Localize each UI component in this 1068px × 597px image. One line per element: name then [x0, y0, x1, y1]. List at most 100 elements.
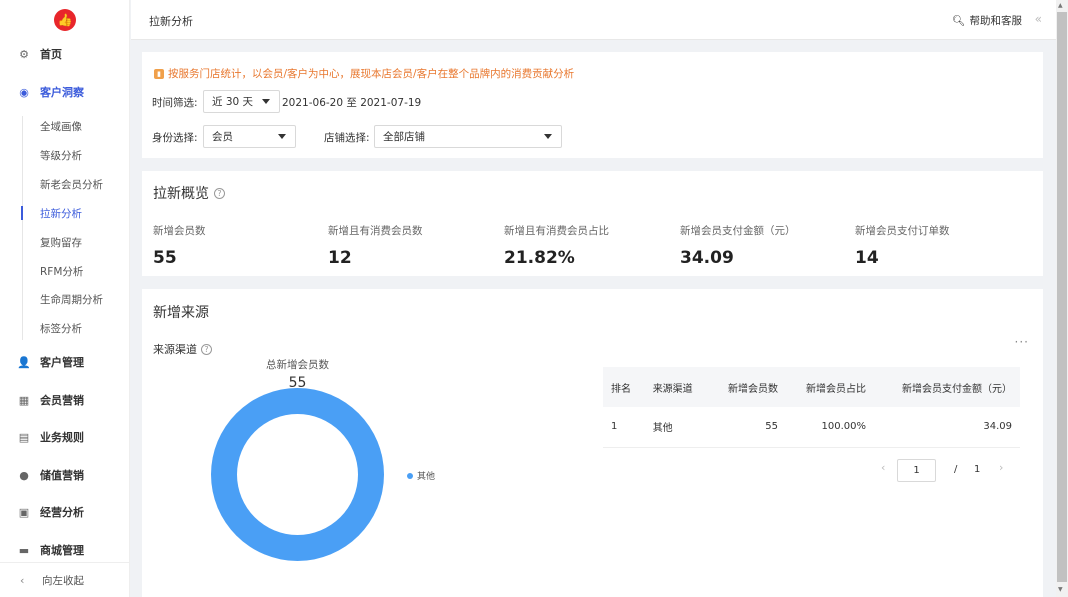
table-header: 新增会员占比	[785, 367, 875, 407]
sub-label: 全域画像	[40, 120, 82, 133]
nav-item-business-analysis[interactable]: ▣ 经营分析	[0, 499, 130, 525]
chevron-right-icon[interactable]: ›	[999, 461, 1003, 474]
sub-item-profile[interactable]: 全域画像	[0, 115, 130, 137]
time-select[interactable]: 近 30 天	[203, 90, 280, 113]
notice: ▮ 按服务门店统计，以会员/客户为中心，展现本店会员/客户在整个品牌内的消费贡献…	[154, 66, 574, 81]
page-scrollbar[interactable]: ▲ ▼	[1056, 0, 1068, 597]
collapse-sidebar-button[interactable]: ‹ 向左收起	[0, 562, 130, 597]
nav-label: 业务规则	[40, 431, 84, 444]
date-range: 2021-06-20 至 2021-07-19	[282, 97, 422, 109]
store-icon: ▬	[18, 543, 30, 557]
overview-title-text: 拉新概览	[153, 186, 209, 202]
sub-label: 拉新分析	[40, 207, 82, 220]
sub-label: RFM分析	[40, 265, 84, 278]
metric-order-count: 新增会员支付订单数 14	[855, 223, 950, 268]
identity-select[interactable]: 会员	[203, 125, 296, 148]
sub-item-tags[interactable]: 标签分析	[0, 317, 130, 339]
metric-new-paying-members: 新增且有消费会员数 12	[328, 223, 423, 268]
time-filter-label: 时间筛选:	[152, 97, 198, 109]
report-icon: ▣	[18, 505, 30, 519]
question-icon[interactable]: ?	[214, 187, 225, 199]
metric-label: 新增会员数	[153, 225, 206, 237]
chevron-left-icon: ‹	[20, 573, 25, 587]
nav-item-business-rules[interactable]: ▤ 业务规则	[0, 424, 130, 450]
eye-icon: ◉	[19, 85, 29, 99]
metric-label: 新增且有消费会员占比	[504, 225, 609, 237]
table-cell: 其他	[644, 407, 710, 448]
sub-item-acquisition[interactable]: 拉新分析	[0, 202, 130, 224]
scroll-down-icon[interactable]: ▼	[1058, 586, 1063, 593]
metric-label: 新增且有消费会员数	[328, 225, 423, 237]
metric-new-members: 新增会员数 55	[153, 223, 206, 268]
sidebar: 👍 ⚙ 首页 ◉ 客户洞察 全域画像 等级分析 新老会员分析 拉新分析 复购留存…	[0, 0, 130, 597]
scroll-thumb[interactable]	[1057, 12, 1067, 582]
table-row: 1 其他 55 100.00% 34.09	[603, 407, 1020, 448]
caret-down-icon	[544, 134, 552, 139]
nav-item-home[interactable]: ⚙ 首页	[0, 41, 130, 67]
chevron-left-icon[interactable]: ‹	[881, 461, 885, 474]
page-separator: /	[954, 464, 958, 475]
page-title: 拉新分析	[149, 15, 193, 28]
sub-item-rfm[interactable]: RFM分析	[0, 260, 130, 282]
source-title-text: 新增来源	[153, 305, 209, 321]
metric-value: 14	[855, 248, 879, 268]
search-icon: 🔍︎	[952, 15, 966, 27]
sub-item-level[interactable]: 等级分析	[0, 144, 130, 166]
source-subtitle: 来源渠道 ?	[153, 341, 212, 357]
overview-title: 拉新概览 ?	[153, 183, 225, 203]
nav-item-stored-value[interactable]: ● 储值营销	[0, 462, 130, 488]
legend-label: 其他	[417, 472, 436, 482]
sub-item-repurchase[interactable]: 复购留存	[0, 231, 130, 253]
page-input[interactable]: 1	[897, 459, 936, 482]
help-button[interactable]: 🔍︎ 帮助和客服	[952, 13, 1022, 28]
double-chevron-left-icon[interactable]: «	[1035, 12, 1042, 26]
nav-label: 商城管理	[40, 544, 84, 557]
chart-bar-icon: ▮	[154, 68, 164, 79]
user-icon: 👤	[17, 355, 31, 369]
metric-paying-ratio: 新增且有消费会员占比 21.82%	[504, 223, 609, 268]
sub-item-lifecycle[interactable]: 生命周期分析	[0, 288, 130, 310]
source-card: 新增来源 来源渠道 ? ··· 总新增会员数 55 其他 排名 来源渠道 新增会…	[142, 289, 1043, 597]
legend-item[interactable]: 其他	[407, 469, 435, 482]
nav-label: 客户管理	[40, 356, 84, 369]
metric-value: 34.09	[680, 248, 734, 268]
nav-item-mall[interactable]: ▬ 商城管理	[0, 537, 130, 563]
help-label: 帮助和客服	[969, 15, 1023, 27]
metric-value: 55	[153, 248, 177, 268]
nav-label: 首页	[40, 48, 62, 61]
nav-item-customer-management[interactable]: 👤 客户管理	[0, 349, 130, 375]
sub-label: 复购留存	[40, 236, 82, 249]
more-options-icon[interactable]: ···	[1015, 335, 1029, 349]
header: 拉新分析 🔍︎ 帮助和客服 «	[131, 0, 1056, 40]
thumbs-up-logo-icon[interactable]: 👍	[54, 9, 76, 31]
metric-value: 12	[328, 248, 352, 268]
sub-label: 生命周期分析	[40, 293, 103, 306]
source-subtitle-text: 来源渠道	[153, 343, 197, 356]
caret-down-icon	[262, 99, 270, 104]
donut-chart[interactable]	[211, 388, 384, 561]
nav-item-member-marketing[interactable]: ▦ 会员营销	[0, 387, 130, 413]
sub-label: 标签分析	[40, 322, 82, 335]
coin-icon: ●	[19, 468, 29, 482]
collapse-label: 向左收起	[42, 574, 84, 587]
identity-select-value: 会员	[212, 131, 233, 143]
metric-value: 21.82%	[504, 248, 575, 268]
filter-card: ▮ 按服务门店统计，以会员/客户为中心，展现本店会员/客户在整个品牌内的消费贡献…	[142, 52, 1043, 158]
sub-label: 新老会员分析	[40, 178, 103, 191]
sub-item-new-old[interactable]: 新老会员分析	[0, 173, 130, 195]
store-select[interactable]: 全部店铺	[374, 125, 562, 148]
scroll-up-icon[interactable]: ▲	[1058, 2, 1063, 9]
nav-label: 储值营销	[40, 469, 84, 482]
nav-label: 经营分析	[40, 506, 84, 519]
question-icon[interactable]: ?	[201, 343, 212, 355]
nav-item-customer-insight[interactable]: ◉ 客户洞察	[0, 79, 130, 105]
table-header: 新增会员支付金额（元）	[874, 367, 1020, 407]
table-header-row: 排名 来源渠道 新增会员数 新增会员占比 新增会员支付金额（元）	[603, 367, 1020, 407]
table-cell: 100.00%	[785, 407, 875, 448]
gift-icon: ▦	[18, 393, 30, 407]
caret-down-icon	[278, 134, 286, 139]
donut-hole	[237, 414, 358, 535]
nav-label: 会员营销	[40, 394, 84, 407]
source-table: 排名 来源渠道 新增会员数 新增会员占比 新增会员支付金额（元） 1 其他 55…	[603, 367, 1020, 448]
sub-label: 等级分析	[40, 149, 82, 162]
